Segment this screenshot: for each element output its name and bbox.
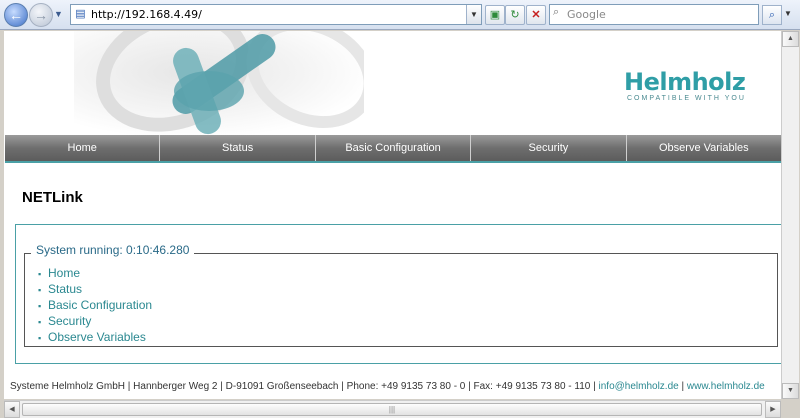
bullet-icon: ▪ [38, 317, 42, 327]
link-status[interactable]: ▪ Status [38, 282, 152, 298]
history-dropdown-icon[interactable]: ▼ [54, 9, 63, 19]
stop-button[interactable]: ✕ [526, 5, 546, 25]
bullet-icon: ▪ [38, 301, 42, 311]
footer: Systeme Helmholz GmbH | Hannberger Weg 2… [10, 381, 765, 392]
bullet-icon: ▪ [38, 285, 42, 295]
scroll-left-icon[interactable]: ◀ [4, 401, 20, 418]
back-arrow-icon: ← [9, 7, 23, 23]
search-icon: ⌕ [768, 9, 776, 21]
main-nav: Home Status Basic Configuration Security… [5, 135, 781, 163]
forward-arrow-icon: → [34, 7, 48, 23]
scroll-up-icon[interactable]: ▲ [782, 31, 799, 47]
search-provider-icon: ⌕ [553, 6, 560, 18]
address-bar[interactable]: ▤ http://192.168.4.49/ ▼ [70, 4, 482, 25]
scroll-down-icon[interactable]: ▼ [782, 383, 799, 399]
nav-home[interactable]: Home [5, 135, 161, 161]
back-button[interactable]: ← [4, 3, 28, 27]
url-text[interactable]: http://192.168.4.49/ [91, 5, 202, 24]
search-placeholder[interactable]: Google [567, 5, 606, 24]
quick-links: ▪ Home ▪ Status ▪ Basic Configuration ▪ Secu… [38, 266, 152, 346]
page-viewport: Helmholz COMPATIBLE WITH YOU Home Status… [4, 31, 781, 399]
browser-toolbar: ← → ▼ ▤ http://192.168.4.49/ ▼ ▣ ↻ ✕ ⌕ G… [0, 0, 800, 30]
footer-address: Systeme Helmholz GmbH | Hannberger Weg 2… [10, 381, 599, 392]
bullet-icon: ▪ [38, 269, 42, 279]
nav-status[interactable]: Status [160, 135, 316, 161]
header-banner: Helmholz COMPATIBLE WITH YOU [4, 31, 781, 135]
helmholz-logo: Helmholz COMPATIBLE WITH YOU [624, 69, 774, 102]
search-button[interactable]: ⌕ [762, 5, 782, 25]
link-basic-configuration[interactable]: ▪ Basic Configuration [38, 298, 152, 314]
footer-website-link[interactable]: www.helmholz.de [687, 381, 765, 392]
system-running-status: System running: 0:10:46.280 [31, 243, 195, 257]
footer-email-link[interactable]: info@helmholz.de [599, 381, 679, 392]
nav-security[interactable]: Security [471, 135, 627, 161]
compatibility-view-button[interactable]: ▣ [485, 5, 505, 25]
refresh-button[interactable]: ↻ [505, 5, 525, 25]
nav-observe-variables[interactable]: Observe Variables [627, 135, 781, 161]
forward-button[interactable]: → [29, 3, 53, 27]
link-security[interactable]: ▪ Security [38, 314, 152, 330]
page-title: NETLink [22, 189, 83, 206]
footer-separator: | [678, 381, 687, 392]
horizontal-scrollbar[interactable]: ◀ ||| ▶ [4, 400, 781, 418]
link-observe-variables[interactable]: ▪ Observe Variables [38, 330, 152, 346]
logo-tagline: COMPATIBLE WITH YOU [627, 95, 746, 102]
scroll-right-icon[interactable]: ▶ [765, 401, 781, 418]
bullet-icon: ▪ [38, 333, 42, 343]
search-box[interactable]: ⌕ Google [549, 4, 759, 25]
content-panel: System running: 0:10:46.280 ▪ Home ▪ Statu… [15, 224, 781, 364]
address-dropdown-icon[interactable]: ▼ [466, 5, 481, 24]
page-icon: ▤ [75, 8, 86, 20]
nav-basic-configuration[interactable]: Basic Configuration [316, 135, 472, 161]
horizontal-scroll-thumb[interactable]: ||| [22, 403, 762, 416]
chain-banner-image [74, 31, 364, 135]
link-home[interactable]: ▪ Home [38, 266, 152, 282]
vertical-scrollbar[interactable]: ▲ ▼ [781, 31, 799, 399]
search-options-dropdown-icon[interactable]: ▼ [782, 5, 794, 23]
